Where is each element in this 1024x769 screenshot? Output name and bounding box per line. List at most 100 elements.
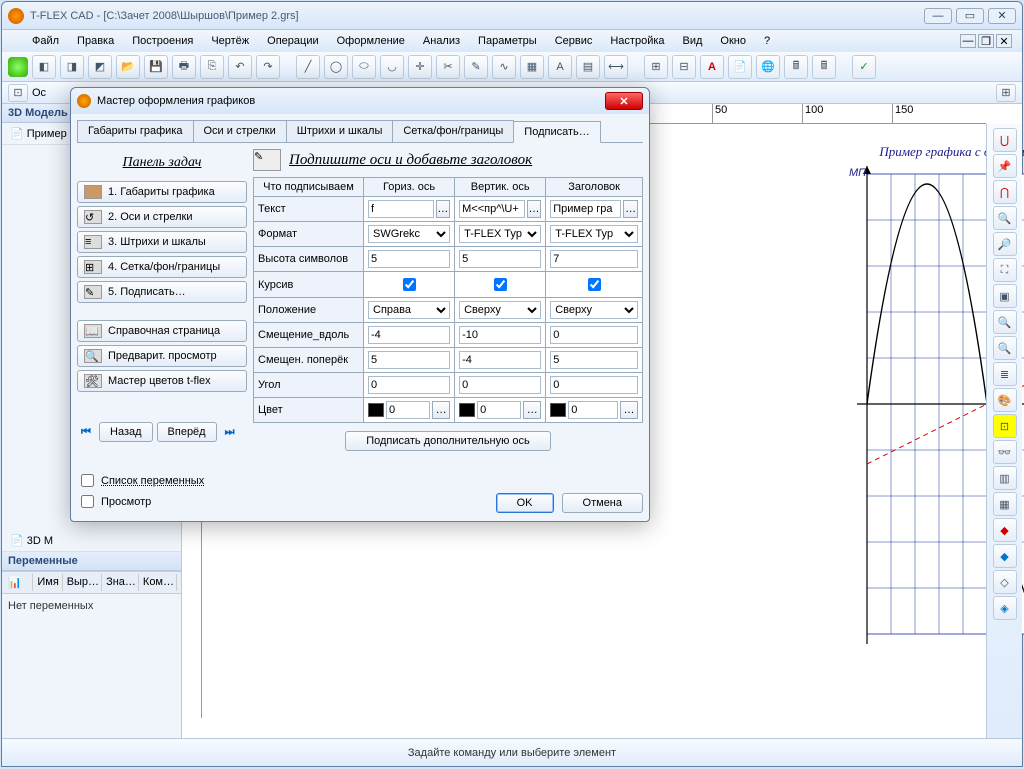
- doc-restore[interactable]: ❐: [978, 34, 994, 48]
- tab-ticks[interactable]: Штрихи и шкалы: [286, 120, 394, 142]
- step-1[interactable]: 1. Габариты графика: [77, 181, 247, 203]
- cube-blue-icon[interactable]: ◆: [993, 544, 1017, 568]
- tool-redo[interactable]: ↷: [256, 55, 280, 79]
- tool-print[interactable]: 🖶: [172, 55, 196, 79]
- preview-checkbox[interactable]: Просмотр: [77, 492, 204, 511]
- menu-file[interactable]: Файл: [24, 33, 67, 49]
- menu-build[interactable]: Построения: [124, 33, 201, 49]
- check-icon[interactable]: [8, 57, 28, 77]
- zoom-icon[interactable]: 🔍: [993, 336, 1017, 360]
- toggle-icon[interactable]: ⊡: [993, 414, 1017, 438]
- tool-doc[interactable]: 📄: [728, 55, 752, 79]
- cancel-button[interactable]: Отмена: [562, 493, 643, 513]
- menu-settings[interactable]: Настройка: [602, 33, 672, 49]
- step-2[interactable]: ↺2. Оси и стрелки: [77, 206, 247, 228]
- lp-3dm-tab[interactable]: 📄 3D М: [2, 530, 181, 552]
- dialog-close-button[interactable]: ✕: [605, 92, 643, 110]
- glasses-icon[interactable]: 👓: [993, 440, 1017, 464]
- tool-cube1[interactable]: ◧: [32, 55, 56, 79]
- doc-close[interactable]: ✕: [996, 34, 1012, 48]
- color-t-input[interactable]: [568, 401, 618, 419]
- back-button[interactable]: Назад: [99, 422, 153, 442]
- text-t-input[interactable]: [550, 200, 621, 218]
- menu-draw[interactable]: Чертёж: [203, 33, 257, 49]
- angle-t-input[interactable]: [550, 376, 638, 394]
- first-icon[interactable]: ⏮: [77, 423, 95, 441]
- tool-undo[interactable]: ↶: [228, 55, 252, 79]
- tool-circle[interactable]: ◯: [324, 55, 348, 79]
- pos-v-select[interactable]: Сверху: [459, 301, 541, 319]
- tool-copy[interactable]: ⎘: [200, 55, 224, 79]
- minimize-button[interactable]: —: [924, 8, 952, 24]
- text-t-browse[interactable]: …: [623, 200, 638, 218]
- italic-h-check[interactable]: [403, 278, 416, 291]
- cube-solid-icon[interactable]: ◈: [993, 596, 1017, 620]
- fit-icon[interactable]: ⛶: [993, 258, 1017, 282]
- pos-h-select[interactable]: Справа: [368, 301, 450, 319]
- forward-button[interactable]: Вперёд: [157, 422, 217, 442]
- height-t-input[interactable]: [550, 250, 638, 268]
- tool-calc[interactable]: 🖩: [784, 55, 808, 79]
- menu-window[interactable]: Окно: [712, 33, 754, 49]
- italic-v-check[interactable]: [494, 278, 507, 291]
- color-v-browse[interactable]: …: [523, 401, 541, 419]
- varlist-checkbox[interactable]: Список переменных: [77, 471, 204, 490]
- menu-params[interactable]: Параметры: [470, 33, 545, 49]
- tool-save[interactable]: 💾: [144, 55, 168, 79]
- offalong-v-input[interactable]: [459, 326, 541, 344]
- tool-spline[interactable]: ∿: [492, 55, 516, 79]
- magnet2-icon[interactable]: ⋂: [993, 180, 1017, 204]
- color-v-input[interactable]: [477, 401, 521, 419]
- color-t-browse[interactable]: …: [620, 401, 638, 419]
- close-button[interactable]: ✕: [988, 8, 1016, 24]
- step-3[interactable]: ≡3. Штрихи и шкалы: [77, 231, 247, 253]
- color-h-browse[interactable]: …: [432, 401, 450, 419]
- pos-t-select[interactable]: Сверху: [550, 301, 638, 319]
- tool-cube2[interactable]: ◨: [60, 55, 84, 79]
- color-wizard-button[interactable]: 🛠Мастер цветов t-flex: [77, 370, 247, 392]
- ok-button[interactable]: OK: [496, 493, 554, 513]
- offcross-t-input[interactable]: [550, 351, 638, 369]
- offcross-h-input[interactable]: [368, 351, 450, 369]
- tool-table[interactable]: ▤: [576, 55, 600, 79]
- tab-axes[interactable]: Оси и стрелки: [193, 120, 287, 142]
- menu-edit[interactable]: Правка: [69, 33, 122, 49]
- menu-ops[interactable]: Операции: [259, 33, 326, 49]
- preview-button[interactable]: 🔍Предварит. просмотр: [77, 345, 247, 367]
- tool-ellipse[interactable]: ⬭: [352, 55, 376, 79]
- height-h-input[interactable]: [368, 250, 450, 268]
- tool-pencil[interactable]: ✎: [464, 55, 488, 79]
- text-h-browse[interactable]: …: [436, 200, 451, 218]
- tool-check[interactable]: ✓: [852, 55, 876, 79]
- menu-service[interactable]: Сервис: [547, 33, 601, 49]
- tab-labels[interactable]: Подписать…: [513, 121, 600, 143]
- tool-globe[interactable]: 🌐: [756, 55, 780, 79]
- menu-analysis[interactable]: Анализ: [415, 33, 468, 49]
- last-icon[interactable]: ⏭: [221, 423, 239, 441]
- magnet-icon[interactable]: ⋃: [993, 128, 1017, 152]
- height-v-input[interactable]: [459, 250, 541, 268]
- cube-gray-icon[interactable]: ◇: [993, 570, 1017, 594]
- angle-h-input[interactable]: [368, 376, 450, 394]
- extra-axis-button[interactable]: Подписать дополнительную ось: [345, 431, 551, 451]
- offalong-h-input[interactable]: [368, 326, 450, 344]
- tool-hatch[interactable]: ▦: [520, 55, 544, 79]
- tool-aa[interactable]: A: [700, 55, 724, 79]
- doc-minimize[interactable]: —: [960, 34, 976, 48]
- layer-icon[interactable]: ≣: [993, 362, 1017, 386]
- tab-dimensions[interactable]: Габариты графика: [77, 120, 194, 142]
- menu-design[interactable]: Оформление: [329, 33, 413, 49]
- tool-dim[interactable]: ⟷: [604, 55, 628, 79]
- tool-scissors[interactable]: ✂: [436, 55, 460, 79]
- tool-calc2[interactable]: 🖩: [812, 55, 836, 79]
- italic-t-check[interactable]: [588, 278, 601, 291]
- menu-help[interactable]: ?: [756, 33, 778, 49]
- angle-v-input[interactable]: [459, 376, 541, 394]
- tool-cube3[interactable]: ◩: [88, 55, 112, 79]
- stack2-icon[interactable]: ▦: [993, 492, 1017, 516]
- menu-view[interactable]: Вид: [675, 33, 711, 49]
- tool-open[interactable]: 📂: [116, 55, 140, 79]
- text-h-input[interactable]: [368, 200, 434, 218]
- cube-red-icon[interactable]: ◆: [993, 518, 1017, 542]
- format-h-select[interactable]: SWGrekc: [368, 225, 450, 243]
